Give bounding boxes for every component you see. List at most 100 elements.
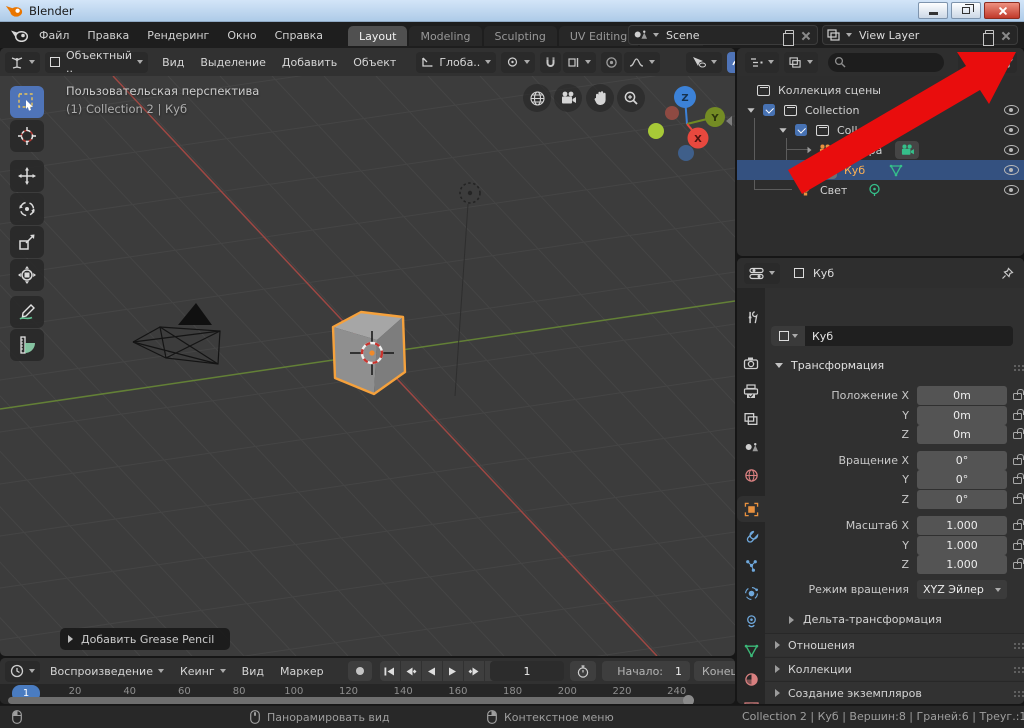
visibility-eye-icon[interactable] <box>1004 125 1019 135</box>
scene-collection-row[interactable]: Коллекция сцены <box>737 80 1024 100</box>
location-z-field[interactable]: 0m <box>917 425 1007 444</box>
unlink-scene-icon[interactable] <box>801 31 810 40</box>
new-collection-button[interactable] <box>994 52 1017 73</box>
tab-modeling[interactable]: Modeling <box>409 26 481 46</box>
rotation-x-field[interactable]: 0° <box>917 451 1007 470</box>
location-x-field[interactable]: 0m <box>917 386 1007 405</box>
viewport-canvas[interactable]: Пользовательская перспектива (1) Collect… <box>0 76 735 656</box>
proportional-editing-toggle[interactable] <box>601 52 622 73</box>
visibility-eye-icon[interactable] <box>1004 145 1019 155</box>
panel-collections[interactable]: Коллекции <box>765 657 1024 680</box>
tab-uv-editing[interactable]: UV Editing <box>559 26 638 46</box>
tab-output[interactable] <box>737 378 765 404</box>
new-view-layer-icon[interactable] <box>985 30 994 41</box>
location-y-field[interactable]: 0m <box>917 406 1007 425</box>
drag-grip-icon[interactable] <box>1014 643 1016 645</box>
blender-logo-icon[interactable] <box>8 27 30 43</box>
tab-material[interactable] <box>737 666 765 692</box>
cube-object[interactable] <box>333 312 405 394</box>
camera-view-button[interactable] <box>554 84 582 112</box>
scene-selector[interactable]: Scene <box>628 25 818 45</box>
tool-scale[interactable] <box>10 226 44 258</box>
tool-annotate[interactable] <box>10 296 44 328</box>
menu-object[interactable]: Объект <box>353 56 396 69</box>
close-button[interactable] <box>984 2 1020 19</box>
tool-select-box[interactable] <box>10 86 44 118</box>
rotation-z-field[interactable]: 0° <box>917 490 1007 509</box>
delta-transform-panel[interactable]: Дельта-трансформация <box>765 610 1024 629</box>
object-type-dropdown[interactable] <box>771 326 805 346</box>
grease-pencil-panel[interactable]: Добавить Grease Pencil <box>60 628 230 650</box>
drag-grip-icon[interactable] <box>1014 691 1016 693</box>
editor-type-dropdown[interactable] <box>5 661 40 682</box>
navigation-gizmo[interactable]: Z Y X <box>640 84 730 169</box>
menu-help[interactable]: Справка <box>275 29 323 42</box>
checkbox-icon[interactable] <box>795 124 807 136</box>
menu-view[interactable]: Вид <box>242 665 264 678</box>
object-name-input[interactable]: Куб <box>805 326 1013 346</box>
lock-icon[interactable] <box>1013 458 1022 465</box>
pan-view-button[interactable] <box>586 84 614 112</box>
jump-to-start-button[interactable] <box>380 661 400 681</box>
restore-button[interactable] <box>951 2 981 19</box>
active-camera-data-icon[interactable] <box>895 141 919 159</box>
editor-type-dropdown[interactable] <box>744 263 780 284</box>
frame-start-field[interactable]: Начало: 1 <box>602 661 690 681</box>
play-button[interactable] <box>443 661 463 681</box>
tool-transform[interactable] <box>10 259 44 291</box>
scale-x-field[interactable]: 1.000 <box>917 516 1007 535</box>
tab-object-data[interactable] <box>737 638 765 664</box>
play-reverse-button[interactable] <box>422 661 442 681</box>
tab-object[interactable] <box>737 496 765 522</box>
light-row[interactable]: Свет <box>737 180 1024 200</box>
timeline-scrollbar[interactable] <box>8 697 692 704</box>
tab-layout[interactable]: Layout <box>348 26 407 46</box>
auto-keying-button[interactable] <box>348 661 372 681</box>
tab-constraints[interactable] <box>737 608 765 634</box>
checkbox-icon[interactable] <box>763 104 775 116</box>
sidebar-toggle-arrow[interactable] <box>726 116 732 126</box>
expand-icon[interactable] <box>808 167 812 173</box>
menu-edit[interactable]: Правка <box>87 29 129 42</box>
timeline-ruler[interactable]: 20406080100120140160180200220240 1 <box>0 684 735 704</box>
tab-scene[interactable] <box>737 434 765 460</box>
tab-world[interactable] <box>737 462 765 488</box>
pivot-point-dropdown[interactable] <box>501 52 535 73</box>
menu-marker[interactable]: Маркер <box>280 665 324 678</box>
tab-texture[interactable] <box>737 696 765 704</box>
cube-row-selected[interactable]: Куб <box>737 160 1024 180</box>
use-preview-range-button[interactable] <box>570 661 596 681</box>
menu-render[interactable]: Рендеринг <box>147 29 209 42</box>
search-input[interactable] <box>828 53 944 72</box>
tab-particles[interactable] <box>737 552 765 578</box>
lock-icon[interactable] <box>1013 562 1022 569</box>
light-object[interactable] <box>455 183 480 396</box>
expand-icon[interactable] <box>779 128 786 133</box>
expand-icon[interactable] <box>808 147 812 153</box>
rotation-mode-dropdown[interactable]: XYZ Эйлер <box>917 580 1007 599</box>
drag-grip-icon[interactable] <box>1014 365 1016 367</box>
display-mode-dropdown[interactable] <box>745 52 779 73</box>
visibility-eye-icon[interactable] <box>1004 185 1019 195</box>
lock-icon[interactable] <box>1013 477 1022 484</box>
tab-modifiers[interactable] <box>737 524 765 550</box>
filter-type-dropdown[interactable] <box>784 52 818 73</box>
collection-row[interactable]: Collection <box>737 100 1024 120</box>
snap-target-dropdown[interactable] <box>563 52 596 73</box>
os-titlebar[interactable]: Blender <box>0 0 1024 22</box>
lock-icon[interactable] <box>1013 432 1022 439</box>
minimize-button[interactable] <box>918 2 948 19</box>
prev-keyframe-button[interactable] <box>401 661 421 681</box>
menu-playback[interactable]: Воспроизведение <box>50 665 164 678</box>
new-scene-icon[interactable] <box>785 30 794 41</box>
frame-end-field[interactable]: Конец <box>694 661 735 681</box>
transform-orientation-dropdown[interactable]: Глоба.. <box>416 52 496 73</box>
current-frame-field[interactable]: 1 <box>490 661 564 681</box>
lock-icon[interactable] <box>1013 543 1022 550</box>
snap-toggle[interactable] <box>540 52 561 73</box>
tab-physics[interactable] <box>737 580 765 606</box>
menu-file[interactable]: Файл <box>39 29 69 42</box>
tool-measure[interactable] <box>10 329 44 361</box>
menu-keying[interactable]: Кеинг <box>180 665 226 678</box>
pin-icon[interactable] <box>1001 267 1014 280</box>
